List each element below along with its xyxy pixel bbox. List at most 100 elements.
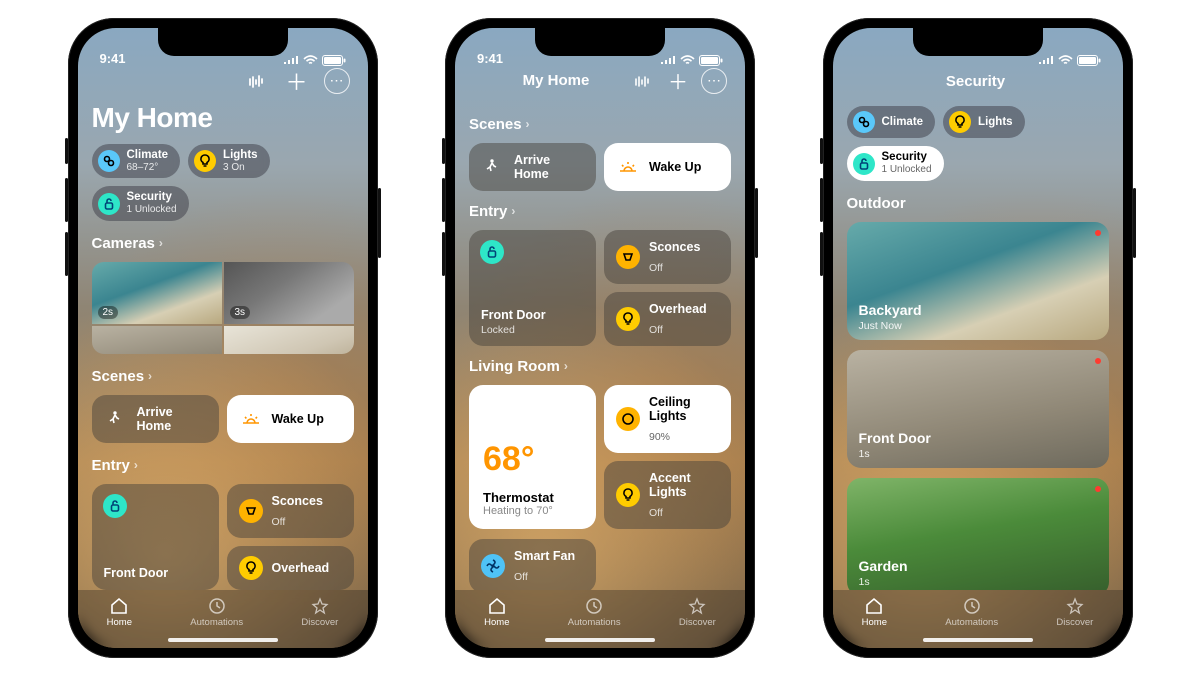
add-icon[interactable]: ＋	[284, 68, 310, 94]
home-indicator[interactable]	[168, 638, 278, 642]
tab-home[interactable]: Home	[862, 597, 887, 628]
page-title: My Home	[92, 102, 354, 134]
camera-front-door[interactable]: Front Door 1s	[847, 350, 1109, 468]
clock-icon	[208, 597, 226, 615]
more-icon[interactable]: ⋯	[324, 68, 350, 94]
notch	[913, 28, 1043, 56]
pill-lights[interactable]: Lights	[943, 106, 1025, 138]
section-entry[interactable]: Entry›	[92, 457, 354, 474]
category-pills: Climate68–72° Lights3 On Security1 Unloc…	[92, 144, 354, 221]
camera-thumb[interactable]: 1s	[92, 326, 222, 354]
more-icon[interactable]: ⋯	[701, 68, 727, 94]
fan-icon	[481, 554, 505, 578]
home-icon	[109, 597, 129, 615]
section-scenes[interactable]: Scenes›	[92, 368, 354, 385]
chevron-right-icon: ›	[148, 369, 152, 383]
notch	[158, 28, 288, 56]
home-indicator[interactable]	[923, 638, 1033, 642]
person-walk-icon	[104, 407, 128, 431]
scene-wake-up[interactable]: Wake Up	[604, 143, 731, 191]
entry-overhead[interactable]: OverheadOff	[604, 292, 731, 346]
entry-overhead[interactable]: OverheadOff	[227, 546, 354, 590]
accent-lights[interactable]: Accent LightsOff	[604, 461, 731, 529]
entry-front-door[interactable]: Front Door Locked	[92, 484, 219, 590]
tab-home[interactable]: Home	[107, 597, 132, 628]
home-icon	[487, 597, 507, 615]
chevron-right-icon: ›	[564, 359, 568, 373]
cellular-icon	[1038, 55, 1054, 65]
home-indicator[interactable]	[545, 638, 655, 642]
chevron-right-icon: ›	[526, 117, 530, 131]
pill-climate[interactable]: Climate	[847, 106, 936, 138]
live-dot-icon	[1095, 358, 1101, 364]
section-outdoor: Outdoor	[847, 195, 1109, 212]
notch	[535, 28, 665, 56]
wifi-icon	[1058, 55, 1073, 66]
phone-2: 9:41 My Home ＋ ⋯ 1s 4s Scenes›	[445, 18, 755, 658]
camera-garden[interactable]: Garden 1s	[847, 478, 1109, 590]
bulb-icon	[239, 556, 263, 580]
cellular-icon	[660, 55, 676, 65]
home-icon	[864, 597, 884, 615]
bulb-icon	[616, 483, 640, 507]
camera-backyard[interactable]: Backyard Just Now	[847, 222, 1109, 340]
sunrise-icon	[616, 155, 640, 179]
lock-icon	[98, 193, 120, 215]
entry-front-door[interactable]: Front Door Locked	[469, 230, 596, 346]
pill-security[interactable]: Security1 Unlocked	[847, 146, 944, 181]
thermostat-tile[interactable]: 68° Thermostat Heating to 70°	[469, 385, 596, 529]
camera-thumb[interactable]: 2s	[92, 262, 222, 324]
tab-discover[interactable]: Discover	[1056, 597, 1093, 628]
sconce-icon	[239, 499, 263, 523]
section-scenes[interactable]: Scenes›	[469, 116, 731, 133]
chevron-right-icon: ›	[134, 458, 138, 472]
section-entry[interactable]: Entry›	[469, 203, 731, 220]
sunrise-icon	[239, 407, 263, 431]
battery-icon	[322, 55, 346, 66]
tab-discover[interactable]: Discover	[679, 597, 716, 628]
scene-arrive-home[interactable]: Arrive Home	[469, 143, 596, 191]
pill-climate[interactable]: Climate68–72°	[92, 144, 181, 179]
wifi-icon	[303, 55, 318, 66]
ceiling-light-icon	[616, 407, 640, 431]
tab-automations[interactable]: Automations	[568, 597, 621, 628]
intercom-icon[interactable]	[244, 68, 270, 94]
live-dot-icon	[1095, 230, 1101, 236]
entry-sconces[interactable]: SconcesOff	[604, 230, 731, 284]
pill-lights[interactable]: Lights3 On	[188, 144, 270, 179]
add-icon[interactable]: ＋	[665, 68, 691, 94]
chevron-right-icon: ›	[511, 204, 515, 218]
climate-icon	[98, 150, 120, 172]
cellular-icon	[283, 55, 299, 65]
scene-wake-up[interactable]: Wake Up	[227, 395, 354, 443]
star-icon	[688, 597, 706, 615]
tab-home[interactable]: Home	[484, 597, 509, 628]
status-time: 9:41	[100, 51, 126, 66]
climate-icon	[853, 111, 875, 133]
chevron-right-icon: ›	[159, 236, 163, 250]
bulb-icon	[949, 111, 971, 133]
star-icon	[1066, 597, 1084, 615]
smart-fan[interactable]: Smart FanOff	[469, 539, 596, 590]
camera-thumb[interactable]: 4s	[224, 326, 354, 354]
live-dot-icon	[1095, 486, 1101, 492]
nav-title: My Home	[497, 72, 615, 89]
person-walk-icon	[481, 155, 505, 179]
battery-icon	[699, 55, 723, 66]
camera-thumb[interactable]: 3s	[224, 262, 354, 324]
ceiling-lights[interactable]: Ceiling Lights90%	[604, 385, 731, 453]
lock-icon	[103, 494, 127, 518]
phone-3: 9:41 Security Climate Lights	[823, 18, 1133, 658]
tab-automations[interactable]: Automations	[945, 597, 998, 628]
nav-title: Security	[875, 73, 1077, 90]
tab-discover[interactable]: Discover	[301, 597, 338, 628]
tab-automations[interactable]: Automations	[190, 597, 243, 628]
entry-sconces[interactable]: SconcesOff	[227, 484, 354, 538]
star-icon	[311, 597, 329, 615]
pill-security[interactable]: Security1 Unlocked	[92, 186, 189, 221]
section-living-room[interactable]: Living Room›	[469, 358, 731, 375]
section-cameras[interactable]: Cameras›	[92, 235, 354, 252]
intercom-icon[interactable]	[629, 68, 655, 94]
scene-arrive-home[interactable]: Arrive Home	[92, 395, 219, 443]
clock-icon	[585, 597, 603, 615]
